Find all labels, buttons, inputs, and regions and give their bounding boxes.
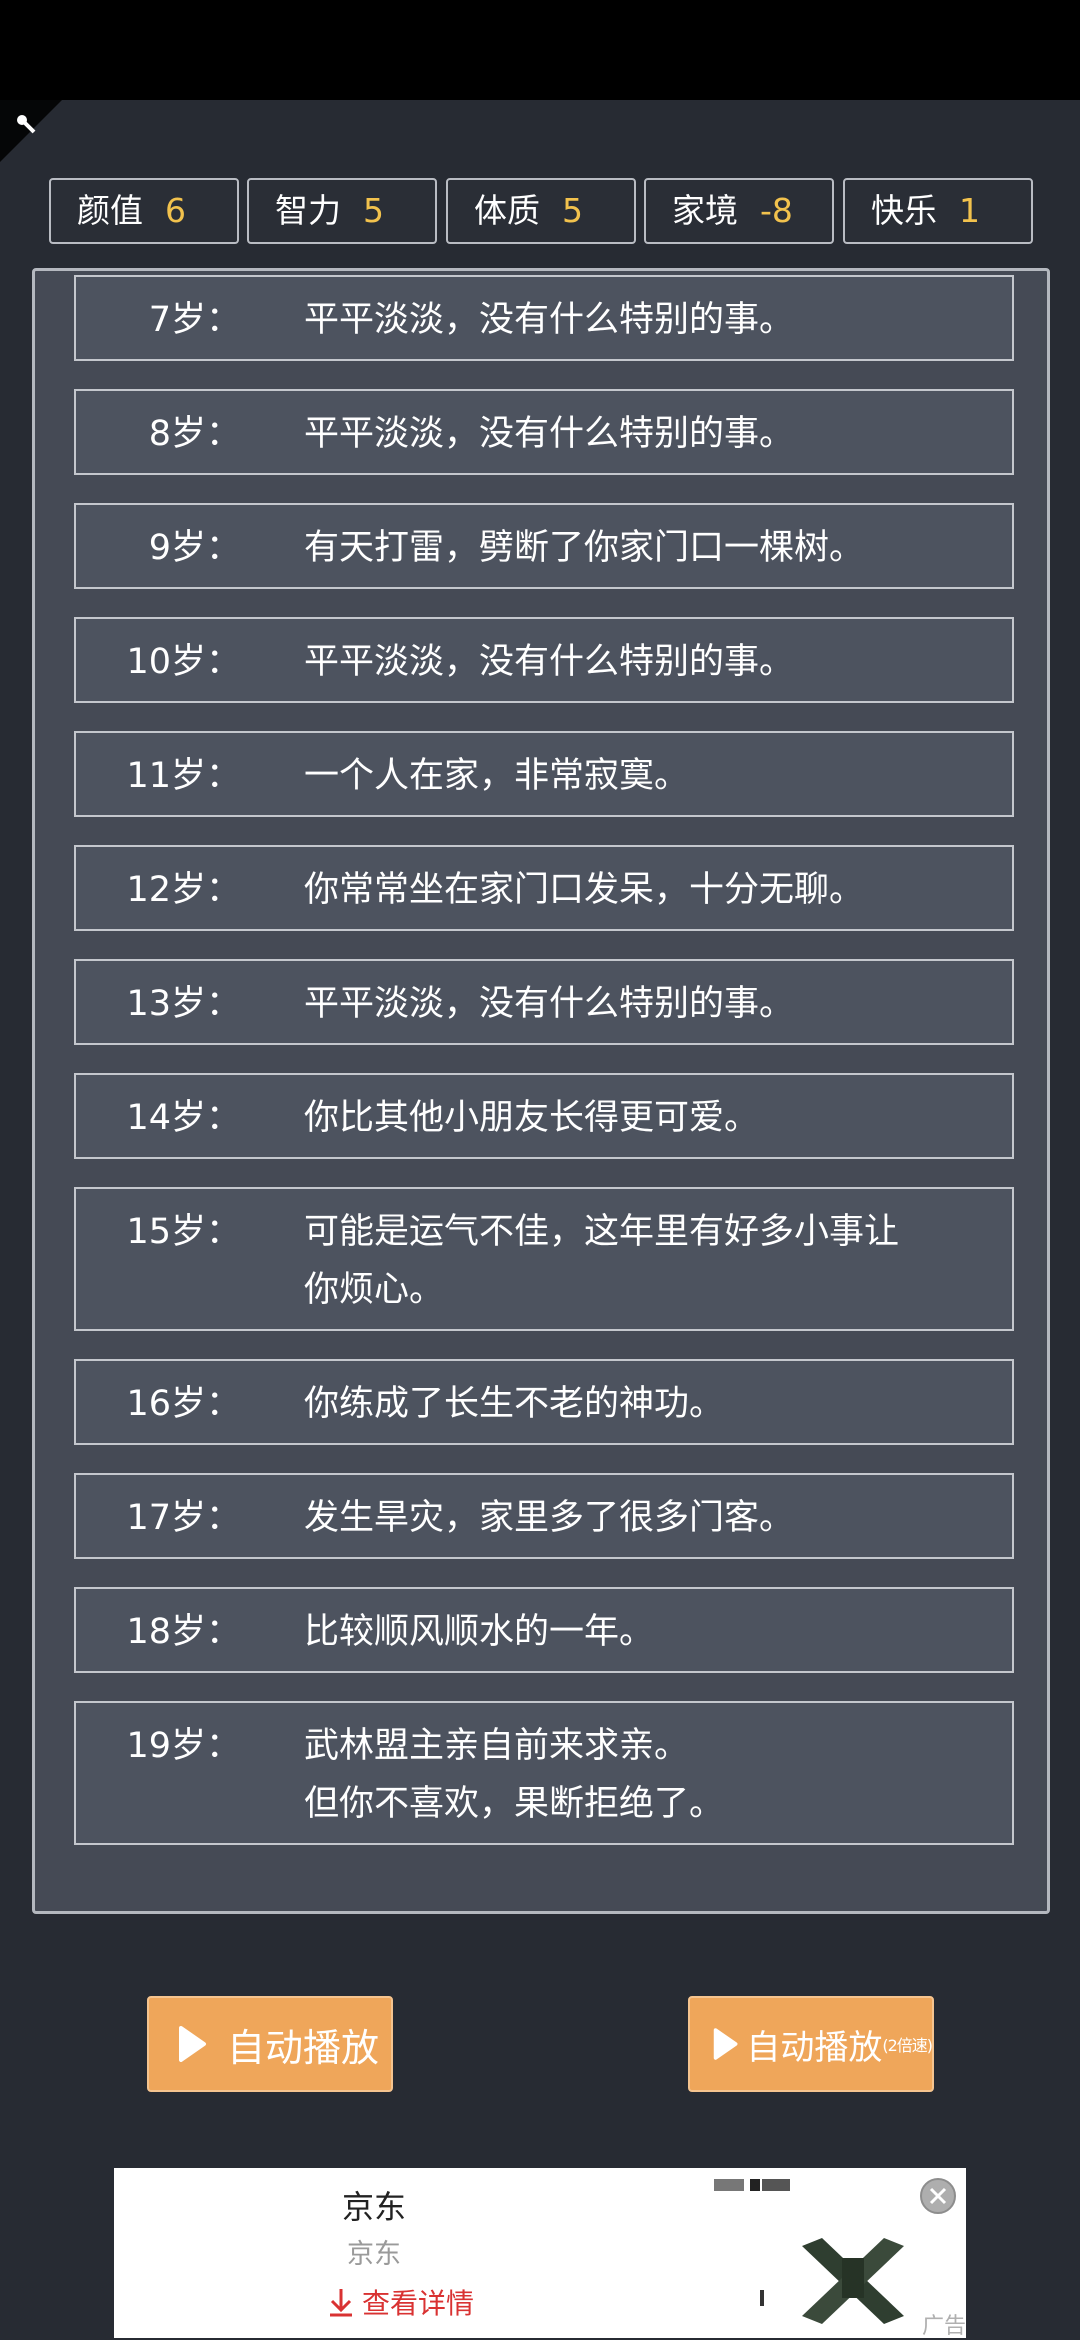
stat-label: 智力 [275,191,341,230]
event-age: 15岁： [126,1212,241,1252]
event-line: 你比其他小朋友长得更可爱。 [304,1098,760,1138]
event-row: 10岁： 平平淡淡，没有什么特别的事。 [74,617,1014,703]
stat-label: 家境 [672,191,738,230]
event-row: 8岁： 平平淡淡，没有什么特别的事。 [74,389,1014,475]
event-age: 19岁： [126,1726,241,1766]
event-text: 发生旱灾，家里多了很多门客。 [304,1489,1004,1547]
event-log-panel[interactable]: 7岁： 平平淡淡，没有什么特别的事。 8岁： 平平淡淡，没有什么特别的事。 9岁… [32,268,1050,1914]
stat-appearance: 颜值 6 [49,178,239,244]
auto-play-2x-label: 自动播放 [746,2027,883,2068]
event-line: 一个人在家，非常寂寞。 [304,756,690,796]
event-text: 武林盟主亲自前来求亲。 但你不喜欢，果断拒绝了。 [304,1717,1004,1833]
event-text: 平平淡淡，没有什么特别的事。 [304,633,1004,691]
event-age: 10岁： [126,642,241,682]
event-line: 平平淡淡，没有什么特别的事。 [304,414,795,454]
stat-value: 1 [959,191,980,230]
event-row: 12岁： 你常常坐在家门口发呆，十分无聊。 [74,845,1014,931]
event-text: 比较顺风顺水的一年。 [304,1603,1004,1661]
event-line: 有天打雷，劈断了你家门口一棵树。 [304,528,865,568]
ad-link-label: 查看详情 [362,2287,475,2320]
event-row: 15岁： 可能是运气不佳，这年里有好多小事让 你烦心。 [74,1187,1014,1331]
event-row: 11岁： 一个人在家，非常寂寞。 [74,731,1014,817]
event-age: 18岁： [126,1612,241,1652]
stat-value: 5 [363,191,384,230]
event-line: 平平淡淡，没有什么特别的事。 [304,984,795,1024]
event-age: 11岁： [126,756,241,796]
event-age: 14岁： [126,1098,241,1138]
ad-tag: 广告 [922,2314,967,2339]
event-text: 你常常坐在家门口发呆，十分无聊。 [304,861,1004,919]
stat-label: 颜值 [77,191,143,230]
event-line: 平平淡淡，没有什么特别的事。 [304,642,795,682]
auto-play-2x-button[interactable]: 自动播放 (2倍速) [688,1996,934,2092]
stat-intelligence: 智力 5 [247,178,437,244]
status-bar [0,0,1080,100]
event-text: 你比其他小朋友长得更可爱。 [304,1089,1004,1147]
event-age: 12岁： [126,870,241,910]
event-text: 平平淡淡，没有什么特别的事。 [304,975,1004,1033]
stat-value: 5 [562,191,583,230]
auto-play-button[interactable]: 自动播放 [147,1996,393,2092]
event-line: 你烦心。 [304,1270,445,1310]
event-age: 17岁： [126,1498,241,1538]
stat-value: -8 [760,191,793,230]
event-text: 平平淡淡，没有什么特别的事。 [304,291,1004,349]
ad-title: 京东 [341,2188,406,2226]
stat-constitution: 体质 5 [446,178,636,244]
play-icon [179,2026,206,2062]
event-line: 比较顺风顺水的一年。 [304,1612,655,1652]
stat-family: 家境 -8 [644,178,834,244]
ad-close-icon[interactable] [920,2178,956,2214]
event-row: 14岁： 你比其他小朋友长得更可爱。 [74,1073,1014,1159]
event-line: 你练成了长生不老的神功。 [304,1384,725,1424]
event-line: 发生旱灾，家里多了很多门客。 [304,1498,795,1538]
stat-happiness: 快乐 1 [843,178,1033,244]
event-row: 13岁： 平平淡淡，没有什么特别的事。 [74,959,1014,1045]
event-text: 平平淡淡，没有什么特别的事。 [304,405,1004,463]
event-row: 19岁： 武林盟主亲自前来求亲。 但你不喜欢，果断拒绝了。 [74,1701,1014,1845]
event-line: 但你不喜欢，果断拒绝了。 [304,1784,725,1824]
event-age: 16岁： [126,1384,241,1424]
ad-platform-logo-icon [714,2179,790,2191]
event-text: 可能是运气不佳，这年里有好多小事让 你烦心。 [304,1203,1004,1319]
event-row: 17岁： 发生旱灾，家里多了很多门客。 [74,1473,1014,1559]
event-row: 9岁： 有天打雷，劈断了你家门口一棵树。 [74,503,1014,589]
event-age: 7岁： [148,300,241,340]
play-icon [713,2028,738,2060]
event-age: 9岁： [148,528,241,568]
speed-label: (2倍速) [882,2036,933,2055]
download-arrow-icon [330,2289,352,2317]
event-line: 你常常坐在家门口发呆，十分无聊。 [304,870,865,910]
event-row: 18岁： 比较顺风顺水的一年。 [74,1587,1014,1673]
stat-value: 6 [165,191,186,230]
event-text: 一个人在家，非常寂寞。 [304,747,1004,805]
event-age: 8岁： [148,414,241,454]
auto-play-label: 自动播放 [227,2025,380,2070]
stat-label: 快乐 [871,191,937,230]
ad-details-link[interactable]: 查看详情 [328,2282,474,2322]
event-line: 平平淡淡，没有什么特别的事。 [304,300,795,340]
ad-subtitle: 京东 [347,2239,401,2270]
event-line: 武林盟主亲自前来求亲。 [304,1726,690,1766]
event-row: 16岁： 你练成了长生不老的神功。 [74,1359,1014,1445]
event-text: 有天打雷，劈断了你家门口一棵树。 [304,519,1004,577]
stat-label: 体质 [474,191,540,230]
pin-icon[interactable] [12,110,40,138]
event-row: 7岁： 平平淡淡，没有什么特别的事。 [74,275,1014,361]
ad-banner[interactable]: 京东 京东 查看详情 广告 [114,2168,967,2339]
event-line: 可能是运气不佳，这年里有好多小事让 [304,1212,900,1252]
event-text: 你练成了长生不老的神功。 [304,1375,1004,1433]
event-age: 13岁： [126,984,241,1024]
